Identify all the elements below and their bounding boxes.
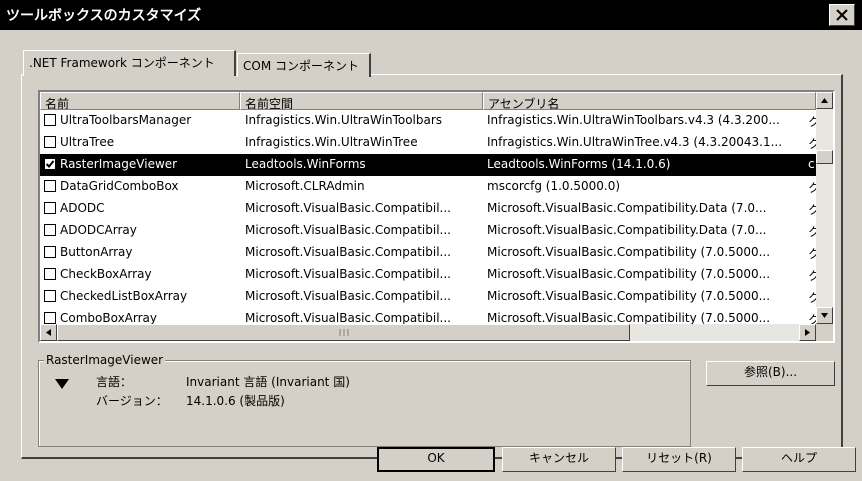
cell-name: CheckedListBoxArray bbox=[60, 289, 188, 303]
cell-name: ADODC bbox=[60, 201, 105, 215]
cell-namespace: Microsoft.VisualBasic.Compatibil... bbox=[245, 267, 451, 281]
close-button[interactable] bbox=[829, 4, 855, 26]
column-header-assembly[interactable]: アセンブリ名 bbox=[483, 92, 816, 110]
cell-extra: ク bbox=[808, 179, 816, 196]
horizontal-scrollbar[interactable] bbox=[40, 324, 816, 341]
language-label: 言語： bbox=[96, 375, 133, 389]
component-list[interactable]: 名前 名前空間 アセンブリ名 デ UltraToolbarsManager In… bbox=[38, 90, 835, 343]
cell-namespace: Microsoft.VisualBasic.Compatibil... bbox=[245, 223, 451, 237]
row-checkbox[interactable] bbox=[44, 180, 56, 192]
cell-name: UltraTree bbox=[60, 135, 115, 149]
table-row[interactable]: UltraToolbarsManager Infragistics.Win.Ul… bbox=[40, 110, 816, 132]
reset-button[interactable]: リセット(R) bbox=[622, 447, 736, 472]
arrow-right-icon bbox=[805, 329, 810, 336]
version-label: バージョン： bbox=[96, 394, 168, 408]
cell-namespace: Infragistics.Win.UltraWinToolbars bbox=[245, 113, 443, 127]
row-checkbox[interactable] bbox=[44, 224, 56, 236]
cell-extra: ク bbox=[808, 245, 816, 262]
window-title: ツールボックスのカスタマイズ bbox=[6, 8, 202, 24]
row-checkbox-checked[interactable] bbox=[44, 158, 56, 170]
arrow-left-icon bbox=[46, 329, 51, 336]
cell-name: DataGridComboBox bbox=[60, 179, 179, 193]
row-checkbox[interactable] bbox=[44, 290, 56, 302]
row-checkbox[interactable] bbox=[44, 202, 56, 214]
cell-assembly: Infragistics.Win.UltraWinTree.v4.3 (4.3.… bbox=[487, 135, 783, 149]
cell-assembly: Microsoft.VisualBasic.Compatibility (7.0… bbox=[487, 289, 771, 303]
arrow-up-icon bbox=[821, 98, 828, 103]
cell-namespace: Microsoft.VisualBasic.Compatibil... bbox=[245, 311, 451, 324]
cell-name: CheckBoxArray bbox=[60, 267, 152, 281]
dialog-body: .NET Framework コンポーネント COM コンポーネント 名前 名前… bbox=[0, 30, 862, 481]
cell-extra: ク bbox=[808, 135, 816, 152]
close-icon bbox=[836, 9, 848, 21]
tab-com[interactable]: COM コンポーネント bbox=[237, 53, 371, 77]
cell-name: UltraToolbarsManager bbox=[60, 113, 192, 127]
table-row[interactable]: ButtonArray Microsoft.VisualBasic.Compat… bbox=[40, 242, 816, 264]
cell-namespace: Infragistics.Win.UltraWinTree bbox=[245, 135, 418, 149]
version-value: 14.1.0.6 (製品版) bbox=[186, 394, 285, 408]
cell-assembly: mscorcfg (1.0.5000.0) bbox=[487, 179, 621, 193]
list-rows: UltraToolbarsManager Infragistics.Win.Ul… bbox=[40, 110, 816, 324]
cell-assembly: Microsoft.VisualBasic.Compatibility (7.0… bbox=[487, 311, 771, 324]
cell-extra: ク bbox=[808, 223, 816, 240]
cell-assembly: Microsoft.VisualBasic.Compatibility.Data… bbox=[487, 223, 767, 237]
cell-extra: ク bbox=[808, 113, 816, 130]
scroll-left-button[interactable] bbox=[40, 324, 57, 341]
cell-namespace: Microsoft.VisualBasic.Compatibil... bbox=[245, 201, 451, 215]
details-group-title: RasterImageViewer bbox=[44, 353, 166, 367]
row-checkbox[interactable] bbox=[44, 136, 56, 148]
cell-assembly: Microsoft.VisualBasic.Compatibility.Data… bbox=[487, 201, 767, 215]
cell-namespace: Microsoft.VisualBasic.Compatibil... bbox=[245, 245, 451, 259]
vertical-scrollbar[interactable] bbox=[816, 92, 833, 324]
cell-name: RasterImageViewer bbox=[60, 157, 178, 171]
cell-assembly: Microsoft.VisualBasic.Compatibility (7.0… bbox=[487, 245, 771, 259]
cell-namespace: Microsoft.CLRAdmin bbox=[245, 179, 365, 193]
title-bar: ツールボックスのカスタマイズ bbox=[0, 0, 862, 30]
table-row[interactable]: CheckedListBoxArray Microsoft.VisualBasi… bbox=[40, 286, 816, 308]
row-checkbox[interactable] bbox=[44, 114, 56, 126]
cell-namespace: Microsoft.VisualBasic.Compatibil... bbox=[245, 289, 451, 303]
table-row[interactable]: ComboBoxArray Microsoft.VisualBasic.Comp… bbox=[40, 308, 816, 324]
table-row[interactable]: ADODCArray Microsoft.VisualBasic.Compati… bbox=[40, 220, 816, 242]
table-row[interactable]: CheckBoxArray Microsoft.VisualBasic.Comp… bbox=[40, 264, 816, 286]
cancel-button[interactable]: キャンセル bbox=[502, 447, 616, 472]
checkmark-icon bbox=[45, 160, 55, 168]
grip-icon bbox=[339, 329, 349, 336]
cell-assembly: Microsoft.VisualBasic.Compatibility (7.0… bbox=[487, 267, 771, 281]
cell-extra: ク bbox=[808, 267, 816, 284]
table-row[interactable]: DataGridComboBox Microsoft.CLRAdmin msco… bbox=[40, 176, 816, 198]
language-value: Invariant 言語 (Invariant 国) bbox=[186, 375, 350, 389]
triangle-down-icon bbox=[55, 379, 69, 389]
ok-button[interactable]: OK bbox=[377, 447, 495, 472]
cell-namespace: Leadtools.WinForms bbox=[245, 157, 366, 171]
horizontal-scroll-thumb[interactable] bbox=[57, 324, 630, 341]
row-checkbox[interactable] bbox=[44, 268, 56, 280]
column-header-namespace[interactable]: 名前空間 bbox=[240, 92, 483, 110]
arrow-down-icon bbox=[821, 313, 828, 318]
row-checkbox[interactable] bbox=[44, 312, 56, 324]
table-row[interactable]: UltraTree Infragistics.Win.UltraWinTree … bbox=[40, 132, 816, 154]
tab-net-framework[interactable]: .NET Framework コンポーネント bbox=[23, 50, 236, 76]
cell-extra: ク bbox=[808, 201, 816, 218]
cell-assembly: Infragistics.Win.UltraWinToolbars.v4.3 (… bbox=[487, 113, 780, 127]
cell-name: ADODCArray bbox=[60, 223, 137, 237]
cell-assembly: Leadtools.WinForms (14.1.0.6) bbox=[487, 157, 671, 171]
scroll-corner bbox=[816, 324, 833, 341]
table-row[interactable]: ADODC Microsoft.VisualBasic.Compatibil..… bbox=[40, 198, 816, 220]
cell-extra: c bbox=[808, 157, 815, 171]
scroll-up-button[interactable] bbox=[816, 92, 833, 109]
row-checkbox[interactable] bbox=[44, 246, 56, 258]
vertical-scroll-thumb[interactable] bbox=[816, 150, 833, 164]
browse-button[interactable]: 参照(B)... bbox=[706, 361, 835, 386]
cell-name: ComboBoxArray bbox=[60, 311, 157, 324]
help-button[interactable]: ヘルプ bbox=[742, 447, 856, 472]
column-header-name[interactable]: 名前 bbox=[40, 92, 240, 110]
scroll-right-button[interactable] bbox=[799, 324, 816, 341]
list-header: 名前 名前空間 アセンブリ名 デ bbox=[40, 92, 833, 110]
cell-extra: ク bbox=[808, 311, 816, 324]
cell-extra: ク bbox=[808, 289, 816, 306]
table-row-selected[interactable]: RasterImageViewer Leadtools.WinForms Lea… bbox=[40, 154, 816, 176]
cell-name: ButtonArray bbox=[60, 245, 133, 259]
scroll-down-button[interactable] bbox=[816, 307, 833, 324]
